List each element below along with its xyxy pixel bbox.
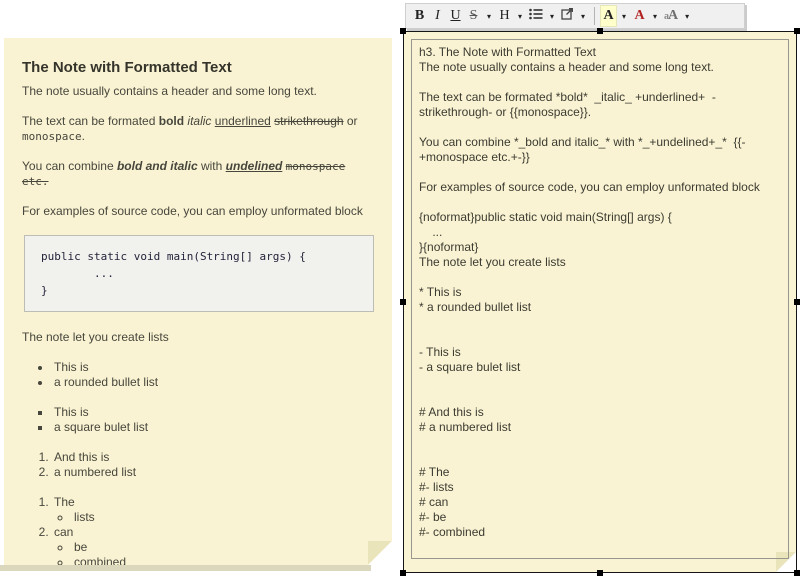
external-link-icon bbox=[561, 7, 574, 25]
rounded-bullet-list: This is a rounded bullet list bbox=[22, 360, 376, 390]
list-item: lists bbox=[72, 510, 376, 525]
note-title: The Note with Formatted Text bbox=[22, 58, 376, 77]
selection-handle-ne[interactable] bbox=[794, 28, 800, 34]
bold-button[interactable]: B bbox=[411, 5, 428, 27]
selection-handle-se[interactable] bbox=[794, 570, 800, 576]
italic-button[interactable]: I bbox=[429, 5, 446, 27]
numbered-list: And this is a numbered list bbox=[22, 450, 376, 480]
bold-italic-underlined-text-sample: undelined bbox=[226, 159, 283, 173]
font-size-menu-arrow[interactable]: ▾ bbox=[681, 5, 693, 27]
underlined-text-sample: underlined bbox=[215, 114, 271, 128]
bold-text-sample: bold bbox=[159, 114, 184, 128]
list-item: be bbox=[72, 540, 376, 555]
note-text: The note usually contains a header and s… bbox=[22, 84, 317, 98]
list-item: And this is bbox=[52, 450, 376, 465]
italic-text-sample: italic bbox=[187, 114, 211, 128]
list-menu-arrow[interactable]: ▾ bbox=[546, 5, 558, 27]
lists-intro: The note let you create lists bbox=[22, 330, 376, 345]
text-background-color-button[interactable]: A bbox=[600, 5, 617, 27]
list-icon bbox=[529, 8, 543, 25]
selection-handle-e[interactable] bbox=[794, 299, 800, 305]
note-bottom-shadow bbox=[0, 565, 371, 571]
list-item: a numbered list bbox=[52, 465, 376, 480]
list-item: This is bbox=[52, 360, 376, 375]
heading-button[interactable]: H bbox=[496, 5, 513, 27]
note-paragraph: The note usually contains a header and s… bbox=[22, 84, 376, 99]
list-button[interactable] bbox=[527, 5, 545, 27]
toolbar-separator bbox=[594, 7, 595, 25]
list-item: This is bbox=[52, 405, 376, 420]
formatting-toolbar: B I U S ▾ H ▾ ▾ ▾ A ▾ A ▾ a A ▾ bbox=[405, 3, 745, 29]
text-background-menu-arrow[interactable]: ▾ bbox=[618, 5, 630, 27]
nested-list: The lists can be combined bbox=[22, 495, 376, 570]
link-menu-arrow[interactable]: ▾ bbox=[577, 5, 589, 27]
font-size-button[interactable]: a A bbox=[662, 5, 680, 27]
note-source-editor[interactable]: h3. The Note with Formatted Text The not… bbox=[411, 39, 789, 559]
selection-handle-s[interactable] bbox=[597, 570, 603, 576]
monospace-text-sample: monospace bbox=[22, 130, 82, 143]
bold-italic-text-sample: bold and italic bbox=[117, 159, 198, 173]
note-text: The text can be formated bbox=[22, 114, 159, 128]
note-preview-node[interactable]: The Note with Formatted Text The note us… bbox=[4, 38, 392, 565]
diagram-canvas[interactable]: B I U S ▾ H ▾ ▾ ▾ A ▾ A ▾ a A ▾ The Note bbox=[0, 0, 800, 580]
heading-menu-arrow[interactable]: ▾ bbox=[514, 5, 526, 27]
code-block: public static void main(String[] args) {… bbox=[24, 235, 374, 312]
list-item: can be combined bbox=[52, 525, 376, 570]
note-paragraph: For examples of source code, you can emp… bbox=[22, 204, 376, 219]
strikethrough-text-sample: strikethrough bbox=[274, 114, 343, 128]
text-color-menu-arrow[interactable]: ▾ bbox=[649, 5, 661, 27]
strikethrough-menu-arrow[interactable]: ▾ bbox=[483, 5, 495, 27]
note-fold-cut bbox=[368, 541, 392, 565]
selection-handle-sw[interactable] bbox=[400, 570, 406, 576]
nested-sublist: lists bbox=[54, 510, 376, 525]
selection-handle-w[interactable] bbox=[400, 299, 406, 305]
text-color-button[interactable]: A bbox=[631, 5, 648, 27]
note-paragraph: You can combine bold and italic with und… bbox=[22, 159, 376, 189]
list-item: a square bulet list bbox=[52, 420, 376, 435]
font-size-large-glyph: A bbox=[668, 8, 678, 24]
note-editor-node[interactable]: h3. The Note with Formatted Text The not… bbox=[403, 31, 797, 573]
selection-handle-n[interactable] bbox=[597, 28, 603, 34]
strikethrough-button[interactable]: S bbox=[465, 5, 482, 27]
selection-handle-nw[interactable] bbox=[400, 28, 406, 34]
square-bullet-list: This is a square bulet list bbox=[22, 405, 376, 435]
note-paragraph: The text can be formated bold italic und… bbox=[22, 114, 376, 144]
link-button[interactable] bbox=[559, 5, 576, 27]
underline-button[interactable]: U bbox=[447, 5, 464, 27]
list-item: The lists bbox=[52, 495, 376, 525]
list-item: a rounded bullet list bbox=[52, 375, 376, 390]
